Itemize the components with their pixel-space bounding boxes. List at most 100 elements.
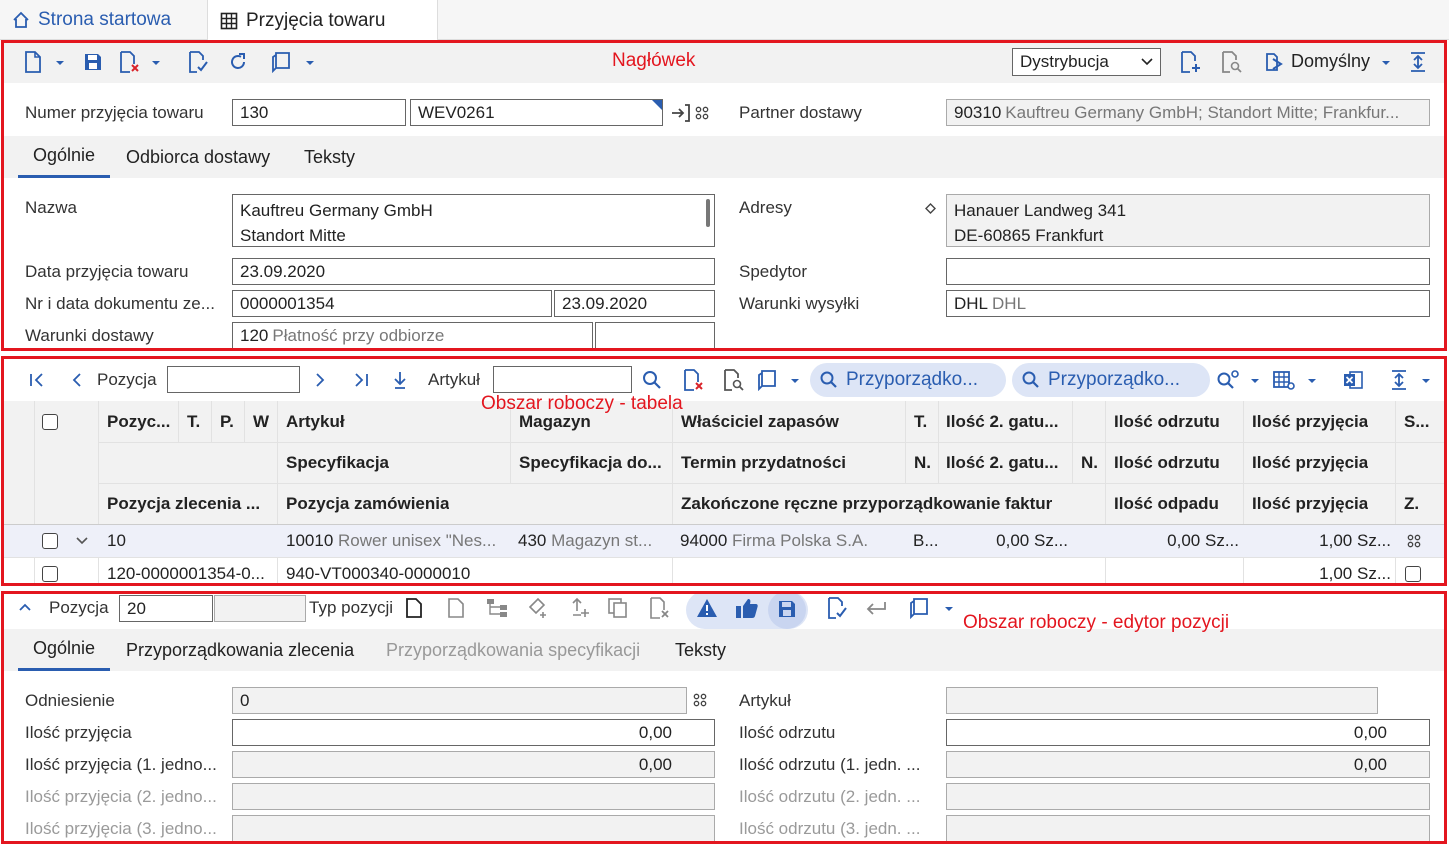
col-n2[interactable]: N. [1081,453,1098,473]
col-position[interactable]: Pozyc... [107,412,175,432]
article-filter-input[interactable] [493,366,632,393]
thumbs-up-icon[interactable] [735,597,759,619]
diamond-icon[interactable] [925,203,936,214]
tab-home[interactable]: Strona startowa [0,0,208,40]
editor-tab-texts[interactable]: Teksty [675,629,726,671]
hierarchy-icon[interactable] [486,598,508,618]
add-document-icon[interactable] [1177,49,1203,75]
edit-document-icon[interactable] [185,49,211,75]
print-icon[interactable] [909,597,931,619]
table-settings-icon[interactable] [1271,367,1297,393]
chevron-up-icon[interactable] [19,603,31,611]
clear-filter-icon[interactable] [680,367,706,393]
col-invoice-assignment[interactable]: Zakończone ręczne przyporządkowanie fakt… [681,494,1052,514]
chevron-down-icon[interactable] [151,58,161,68]
header-tab-recipient[interactable]: Odbiorca dostawy [126,136,270,178]
row-checkbox-z[interactable] [1405,566,1421,582]
receipt-number-field[interactable]: 130 [232,99,406,126]
layout-label[interactable]: Domyślny [1291,51,1370,72]
document-date-field[interactable]: 23.09.2020 [554,290,715,317]
editor-position-field[interactable]: 20 [119,595,213,622]
layout-icon[interactable] [1262,49,1288,75]
grid-dots-icon[interactable] [1407,534,1421,548]
col-qty-2nd-grade[interactable]: Ilość 2. gatu... [946,412,1070,432]
print-icon[interactable] [755,367,781,393]
chevron-down-icon[interactable] [790,376,800,386]
excel-icon[interactable] [1340,367,1366,393]
chevron-down-icon[interactable] [55,58,65,68]
grid-dots-icon[interactable] [689,100,715,126]
col-reject-qty-2[interactable]: Ilość odrzutu [1114,453,1220,473]
last-page-icon[interactable] [348,367,374,393]
address-field[interactable]: Hanauer Landweg 341 DE-60865 Frankfurt [946,194,1430,247]
delivery-terms-field[interactable]: 120 Płatność przy odbiorze [232,322,593,349]
col-reject-qty[interactable]: Ilość odrzutu [1114,412,1220,432]
chevron-down-icon[interactable] [1250,376,1260,386]
row-checkbox[interactable] [42,533,58,549]
receipt-date-field[interactable]: 23.09.2020 [232,258,715,285]
undo-icon[interactable] [865,600,887,616]
receipt-qty-field[interactable]: 0,00 [232,719,715,746]
first-page-icon[interactable] [24,367,50,393]
grid-dots-icon[interactable] [693,693,707,707]
col-specification[interactable]: Specyfikacja [286,453,389,473]
next-icon[interactable] [307,367,333,393]
chevron-down-icon[interactable] [305,58,315,68]
col-n[interactable]: N. [914,453,931,473]
refresh-icon[interactable] [225,49,251,75]
search-settings-icon[interactable] [1215,367,1241,393]
col-z[interactable]: Z. [1404,494,1419,514]
col-receipt-qty[interactable]: Ilość przyjęcia [1252,412,1368,432]
col-p[interactable]: P. [220,412,234,432]
header-tab-general[interactable]: Ogólnie [18,136,110,178]
document-icon[interactable] [405,598,423,618]
col-warehouse[interactable]: Magazyn [519,412,591,432]
col-spec-doc[interactable]: Specyfikacja do... [519,453,669,473]
scrollbar[interactable] [706,199,710,227]
copy-icon[interactable] [607,597,629,619]
col-receipt-qty-3[interactable]: Ilość przyjęcia [1252,494,1368,514]
download-icon[interactable] [387,367,413,393]
receipt-code-field[interactable]: WEV0261 [410,99,663,126]
edit-document-icon[interactable] [826,597,848,619]
warning-icon[interactable] [696,598,718,618]
view-select[interactable]: Dystrybucja [1012,48,1161,76]
editor-tab-order-assignments[interactable]: Przyporządkowania zlecenia [126,629,354,671]
delivery-terms-extra-field[interactable] [595,322,715,349]
col-t2[interactable]: T. [914,412,927,432]
document-search-icon[interactable] [1218,49,1244,75]
save-icon[interactable] [80,49,106,75]
col-receipt-qty-2[interactable]: Ilość przyjęcia [1252,453,1368,473]
add-tag-icon[interactable] [528,597,548,619]
document-search-icon[interactable] [720,367,746,393]
previous-icon[interactable] [64,367,90,393]
collapse-icon[interactable] [1405,49,1431,75]
editor-article-field[interactable] [946,687,1378,714]
col-t[interactable]: T. [187,412,200,432]
header-tab-texts[interactable]: Teksty [304,136,355,178]
position-input[interactable] [167,366,300,393]
new-document-icon[interactable] [20,49,46,75]
assignment-button-1[interactable]: Przyporządko... [810,363,1006,397]
col-expiry[interactable]: Termin przydatności [681,453,846,473]
collapse-icon[interactable] [1386,367,1412,393]
reject-qty-field[interactable]: 0,00 [946,719,1430,746]
new-document-icon[interactable] [447,598,465,618]
document-number-field[interactable]: 0000001354 [232,290,552,317]
chevron-down-icon[interactable] [1307,376,1317,386]
row-checkbox[interactable] [42,566,58,582]
chevron-down-icon[interactable] [1381,58,1391,68]
col-stock-owner[interactable]: Właściciel zapasów [681,412,839,432]
reject-qty-1-field[interactable]: 0,00 [946,751,1430,778]
col-qty-2nd-grade-2[interactable]: Ilość 2. gatu... [946,453,1070,473]
editor-tab-general[interactable]: Ogólnie [18,629,110,671]
delete-document-icon[interactable] [116,49,142,75]
col-waste-qty[interactable]: Ilość odpadu [1114,494,1219,514]
receipt-qty-1-field[interactable]: 0,00 [232,751,715,778]
select-all-checkbox[interactable] [42,414,58,430]
chevron-down-icon[interactable] [1421,376,1431,386]
forwarder-field[interactable] [946,258,1430,285]
tab-goods-receipt[interactable]: Przyjęcia towaru [208,0,438,41]
search-icon[interactable] [639,367,665,393]
col-purchase-position[interactable]: Pozycja zamówienia [286,494,449,514]
